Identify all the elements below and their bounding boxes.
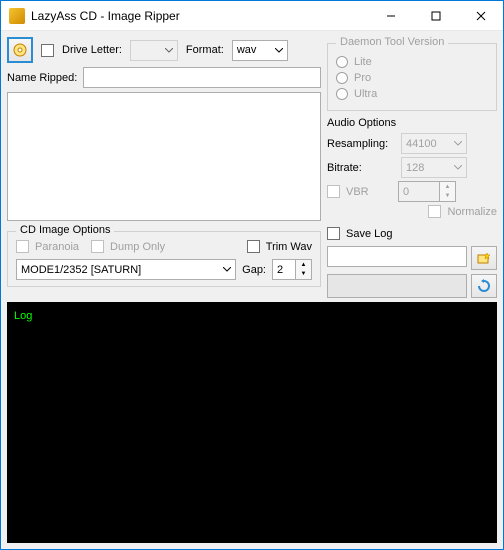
save-log-checkbox[interactable] [327,227,340,240]
chevron-down-icon [223,267,231,272]
maximize-button[interactable] [413,1,458,31]
resampling-label: Resampling: [327,138,395,150]
normalize-label: Normalize [447,206,497,218]
name-ripped-label: Name Ripped: [7,72,77,84]
log-path-input[interactable] [327,246,467,267]
vbr-spin[interactable]: 0 ▲▼ [398,181,456,202]
audio-options-legend: Audio Options [327,117,497,129]
chevron-down-icon [165,48,173,53]
minimize-button[interactable] [368,1,413,31]
daemon-pro-radio[interactable] [336,72,348,84]
spin-down-icon[interactable]: ▼ [439,192,455,202]
name-ripped-input[interactable] [83,67,321,88]
paranoia-label: Paranoia [35,241,79,253]
vbr-checkbox[interactable] [327,185,340,198]
log-header: Log [14,310,32,322]
mode-select[interactable]: MODE1/2352 [SATURN] [16,259,236,280]
chevron-down-icon [275,48,283,53]
chevron-down-icon [454,141,462,146]
gap-spin[interactable]: 2 ▲▼ [272,259,312,280]
progress-bar [327,274,467,298]
paranoia-checkbox[interactable] [16,240,29,253]
drive-letter-checkbox[interactable] [41,44,54,57]
tracks-textarea[interactable] [7,92,321,221]
trim-wav-label: Trim Wav [266,241,312,253]
app-action-button[interactable] [7,37,33,63]
resampling-select[interactable]: 44100 [401,133,467,154]
format-label: Format: [186,44,224,56]
bitrate-label: Bitrate: [327,162,395,174]
vbr-label: VBR [346,186,392,198]
app-icon [9,8,25,24]
dump-only-checkbox[interactable] [91,240,104,253]
spin-up-icon[interactable]: ▲ [295,260,311,270]
bitrate-select[interactable]: 128 [401,157,467,178]
trim-wav-checkbox[interactable] [247,240,260,253]
daemon-groupbox: Daemon Tool Version Lite Pro Ultra [327,43,497,111]
chevron-down-icon [454,165,462,170]
log-output: Log [7,302,497,543]
spin-up-icon[interactable]: ▲ [439,182,455,192]
go-button[interactable] [471,274,497,298]
disc-icon [12,42,28,58]
close-button[interactable] [458,1,503,31]
audio-options-section: Audio Options Resampling: 44100 Bitrate:… [327,117,497,221]
spin-down-icon[interactable]: ▼ [295,270,311,280]
cd-image-options-groupbox: CD Image Options Paranoia Dump Only Trim… [7,231,321,287]
normalize-checkbox[interactable] [428,205,441,218]
daemon-ultra-radio[interactable] [336,88,348,100]
refresh-icon [477,279,491,293]
save-log-label: Save Log [346,228,392,240]
drive-letter-label: Drive Letter: [62,44,122,56]
gap-label: Gap: [242,264,266,276]
dump-only-label: Dump Only [110,241,165,253]
drive-letter-select[interactable] [130,40,178,61]
daemon-lite-radio[interactable] [336,56,348,68]
format-select[interactable]: wav [232,40,288,61]
window-title: LazyAss CD - Image Ripper [31,9,368,23]
browse-log-button[interactable] [471,246,497,270]
folder-star-icon [477,251,491,265]
